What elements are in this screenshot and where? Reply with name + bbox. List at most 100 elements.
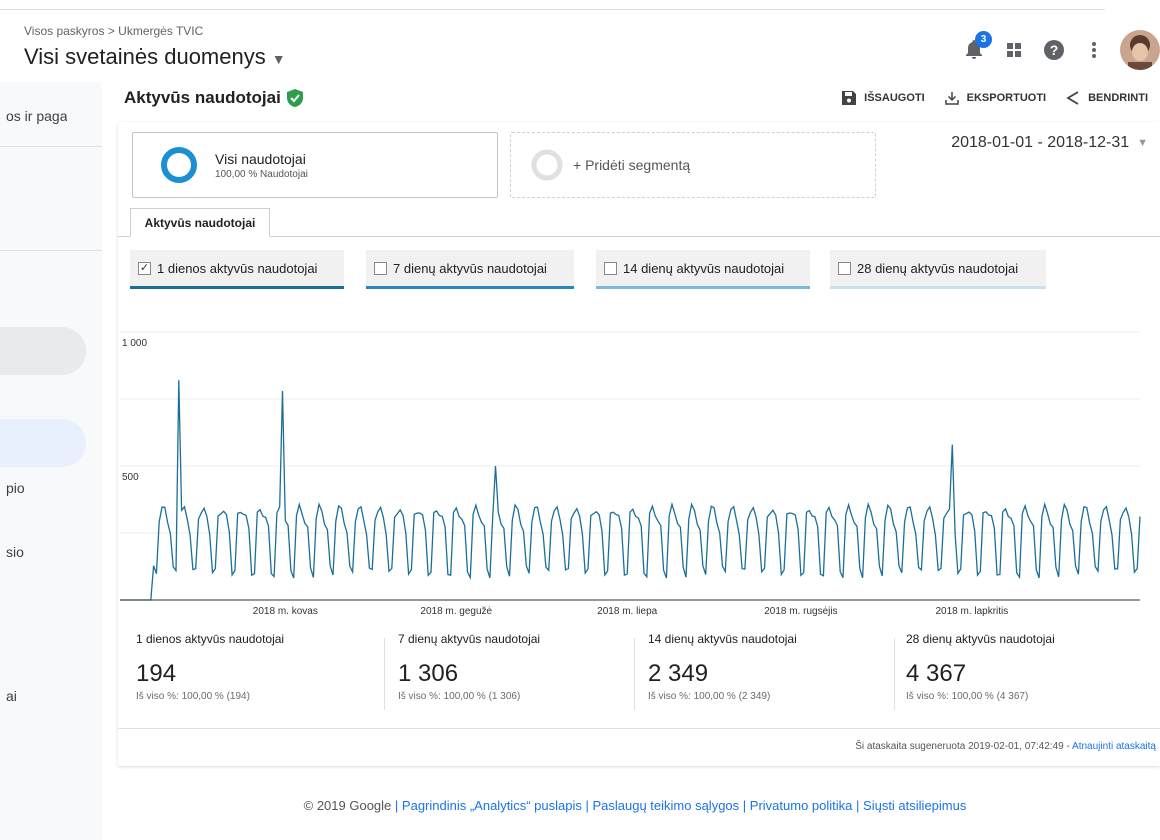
footer-separator: | (394, 798, 402, 813)
add-segment-label: + Pridėti segmentą (573, 157, 691, 173)
metric-toggle-28-days[interactable]: 28 dienų aktyvūs naudotojai (830, 250, 1046, 289)
save-button[interactable]: IŠSAUGOTI (842, 91, 925, 105)
sidebar-item-selected[interactable] (0, 419, 86, 467)
footer-separator: | (742, 798, 750, 813)
sidebar-divider (0, 146, 102, 147)
header-actions: 3 ? (954, 28, 1160, 72)
footer-link-terms[interactable]: Paslaugų teikimo sąlygos (592, 798, 739, 813)
copyright: © 2019 Google (303, 798, 392, 813)
x-tick-label: 2018 m. liepa (597, 606, 657, 617)
summary-sub: Iš viso %: 100,00 % (2 349) (648, 691, 771, 702)
tab-active-users[interactable]: Aktyvūs naudotojai (130, 208, 270, 237)
summary-label: 28 dienų aktyvūs naudotojai (906, 632, 1055, 646)
sidebar-item-label[interactable]: ai (6, 688, 17, 704)
notification-badge: 3 (975, 31, 992, 48)
checkbox-checked-icon[interactable]: ✓ (138, 261, 151, 275)
metric-toggle-label: 1 dienos aktyvūs naudotojai (157, 260, 318, 276)
active-users-chart: 1 000 500 2018 m. kovas 2018 m. gegužė 2018 … (120, 300, 1142, 620)
refresh-report-link[interactable]: Atnaujinti ataskaitą (1072, 741, 1156, 752)
metric-toggle-1-day[interactable]: ✓ 1 dienos aktyvūs naudotojai (130, 250, 344, 289)
more-vert-icon (1092, 42, 1096, 58)
export-button[interactable]: EKSPORTUOTI (944, 91, 1047, 105)
segment-donut-icon (161, 147, 197, 183)
checkbox-icon[interactable] (838, 261, 851, 275)
metric-color-bar (366, 286, 574, 289)
help-icon: ? (1044, 40, 1064, 60)
footer-separator: | (856, 798, 864, 813)
sidebar-divider (0, 250, 102, 251)
summary-value: 1 306 (398, 660, 459, 687)
bell-icon: 3 (965, 31, 992, 60)
view-title: Visi svetainės duomenys (24, 44, 266, 69)
summary-value: 4 367 (906, 660, 967, 687)
y-tick-label: 500 (122, 472, 139, 483)
export-label: EKSPORTUOTI (966, 92, 1047, 104)
apps-grid-icon (1007, 43, 1021, 57)
date-range-picker[interactable]: 2018-01-01 - 2018-12-31 ▼ (951, 134, 1148, 152)
summary-label: 1 dienos aktyvūs naudotojai (136, 632, 285, 646)
sidebar-item-label[interactable]: pio (6, 480, 25, 496)
sidebar-item-highlight[interactable] (0, 327, 86, 375)
footer-link-feedback[interactable]: Siųsti atsiliepimus (863, 798, 966, 813)
more-options-button[interactable] (1074, 30, 1114, 70)
sidebar-item-label[interactable]: os ir paga (6, 108, 67, 124)
summary-value: 194 (136, 660, 177, 687)
sidebar: os ir paga pio sio ai (0, 82, 102, 840)
share-button[interactable]: BENDRINTI (1066, 91, 1148, 105)
summary-label: 7 dienų aktyvūs naudotojai (398, 632, 541, 646)
view-selector[interactable]: Visi svetainės duomenys ▼ (24, 44, 286, 70)
share-icon (1066, 91, 1079, 105)
segment-sub: 100,00 % Naudotojai (215, 168, 308, 180)
summary-divider (384, 638, 385, 710)
metric-color-bar (830, 286, 1046, 289)
top-divider (0, 0, 1105, 10)
tab-baseline (118, 236, 1160, 237)
line-chart: 1 000 500 2018 m. kovas 2018 m. gegužė 2018 … (120, 331, 1141, 617)
sidebar-item-label[interactable]: sio (6, 544, 24, 560)
metric-color-bar (130, 286, 344, 289)
footer-link-analytics-home[interactable]: Pagrindinis „Analytics“ puslapis (402, 798, 582, 813)
help-button[interactable]: ? (1034, 30, 1074, 70)
segment-text: Visi naudotojai 100,00 % Naudotojai (215, 151, 308, 180)
y-tick-label: 1 000 (122, 338, 147, 349)
apps-button[interactable] (994, 30, 1034, 70)
summary-28-days: 28 dienų aktyvūs naudotojai 4 367 Iš vis… (906, 632, 1146, 732)
caret-down-icon: ▼ (1137, 137, 1148, 149)
x-tick-label: 2018 m. kovas (253, 606, 318, 617)
notifications-button[interactable]: 3 (954, 30, 994, 70)
segment-all-users[interactable]: Visi naudotojai 100,00 % Naudotojai (132, 132, 498, 198)
metric-color-bar (596, 286, 810, 289)
report-generated-note: Ši ataskaita sugeneruota 2019-02-01, 07:… (118, 728, 1160, 752)
summary-7-days: 7 dienų aktyvūs naudotojai 1 306 Iš viso… (398, 632, 638, 732)
avatar[interactable] (1120, 30, 1160, 70)
save-label: IŠSAUGOTI (864, 92, 925, 104)
checkbox-icon[interactable] (374, 261, 387, 275)
date-range-value: 2018-01-01 - 2018-12-31 (951, 134, 1130, 151)
checkbox-icon[interactable] (604, 261, 617, 275)
x-tick-label: 2018 m. lapkritis (935, 606, 1008, 617)
save-icon (842, 91, 857, 105)
download-icon (944, 92, 959, 105)
generated-text: Ši ataskaita sugeneruota 2019-02-01, 07:… (855, 741, 1073, 752)
summary-divider (634, 638, 635, 710)
segment-name: Visi naudotojai (215, 150, 306, 167)
summary-sub: Iš viso %: 100,00 % (194) (136, 691, 250, 702)
summary-value: 2 349 (648, 660, 709, 687)
summary-sub: Iš viso %: 100,00 % (1 306) (398, 691, 521, 702)
segment-placeholder-icon (531, 149, 563, 181)
summary-14-days: 14 dienų aktyvūs naudotojai 2 349 Iš vis… (648, 632, 888, 732)
metric-toggle-label: 28 dienų aktyvūs naudotojai (857, 260, 1019, 276)
summary-label: 14 dienų aktyvūs naudotojai (648, 632, 797, 646)
add-segment-button[interactable]: + Pridėti segmentą (510, 132, 876, 198)
report-title-wrap: Aktyvūs naudotojai (124, 88, 303, 108)
breadcrumb[interactable]: Visos paskyros > Ukmergės TVIC (24, 24, 203, 38)
svg-text:?: ? (1050, 42, 1059, 58)
metric-toggle-7-days[interactable]: 7 dienų aktyvūs naudotojai (366, 250, 574, 289)
metric-toggle-14-days[interactable]: 14 dienų aktyvūs naudotojai (596, 250, 810, 289)
footer-link-privacy[interactable]: Privatumo politika (750, 798, 853, 813)
report-card: Visi naudotojai 100,00 % Naudotojai + Pr… (118, 122, 1160, 766)
report-title: Aktyvūs naudotojai (124, 88, 281, 107)
report-header: Aktyvūs naudotojai IŠSAUGOTI EKSPORTUOTI… (124, 88, 1160, 114)
summary-sub: Iš viso %: 100,00 % (4 367) (906, 691, 1029, 702)
page-footer: © 2019 Google | Pagrindinis „Analytics“ … (0, 798, 1160, 813)
